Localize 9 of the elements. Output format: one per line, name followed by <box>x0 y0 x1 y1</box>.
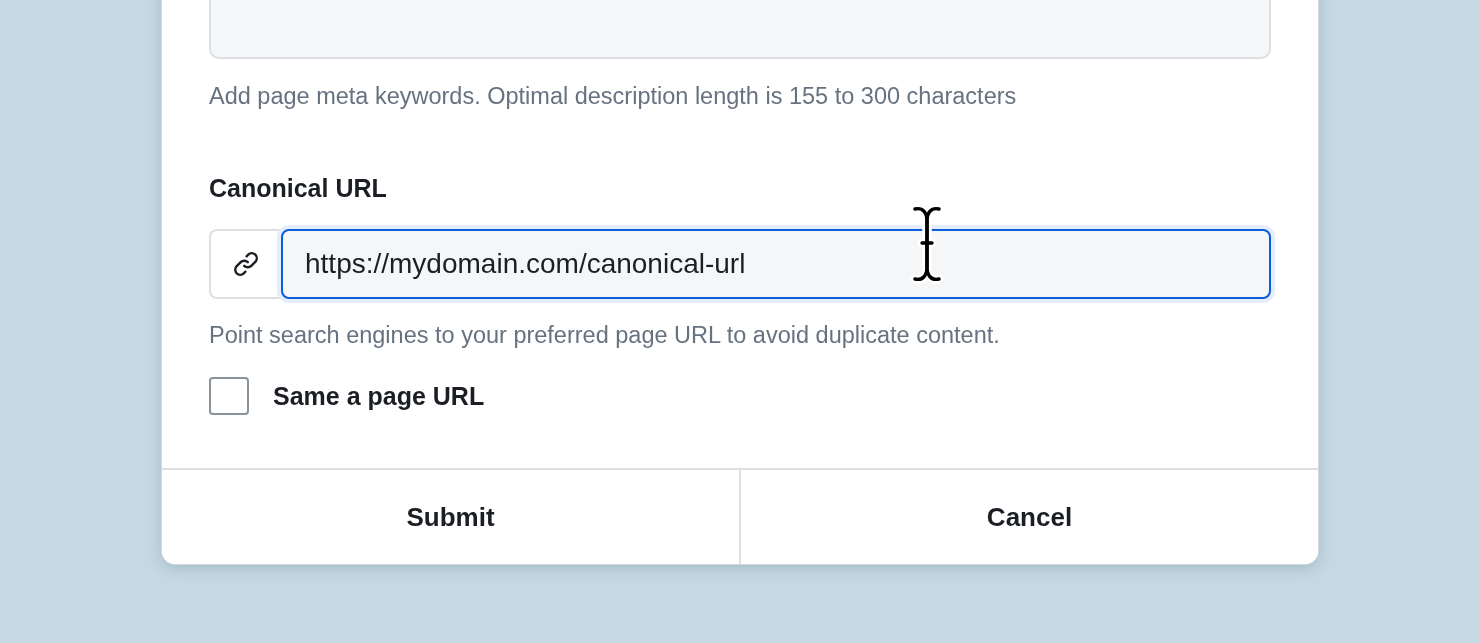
submit-button[interactable]: Submit <box>162 470 739 564</box>
same-url-checkbox-label[interactable]: Same a page URL <box>273 378 485 414</box>
same-url-checkbox[interactable] <box>209 377 249 415</box>
link-icon <box>232 250 260 278</box>
keywords-help-text: Add page meta keywords. Optimal description length is 155 to 300 characters <box>209 82 1018 111</box>
url-input[interactable]: https://mydomain.com/canonical-url <box>281 229 1271 299</box>
canonical-url-help-text: Point search engines to your preferred page URL to avoid duplicate content. <box>209 321 1001 350</box>
canonical-url-label: Canonical URL <box>209 173 388 204</box>
cancel-button[interactable]: Cancel <box>739 470 1318 564</box>
